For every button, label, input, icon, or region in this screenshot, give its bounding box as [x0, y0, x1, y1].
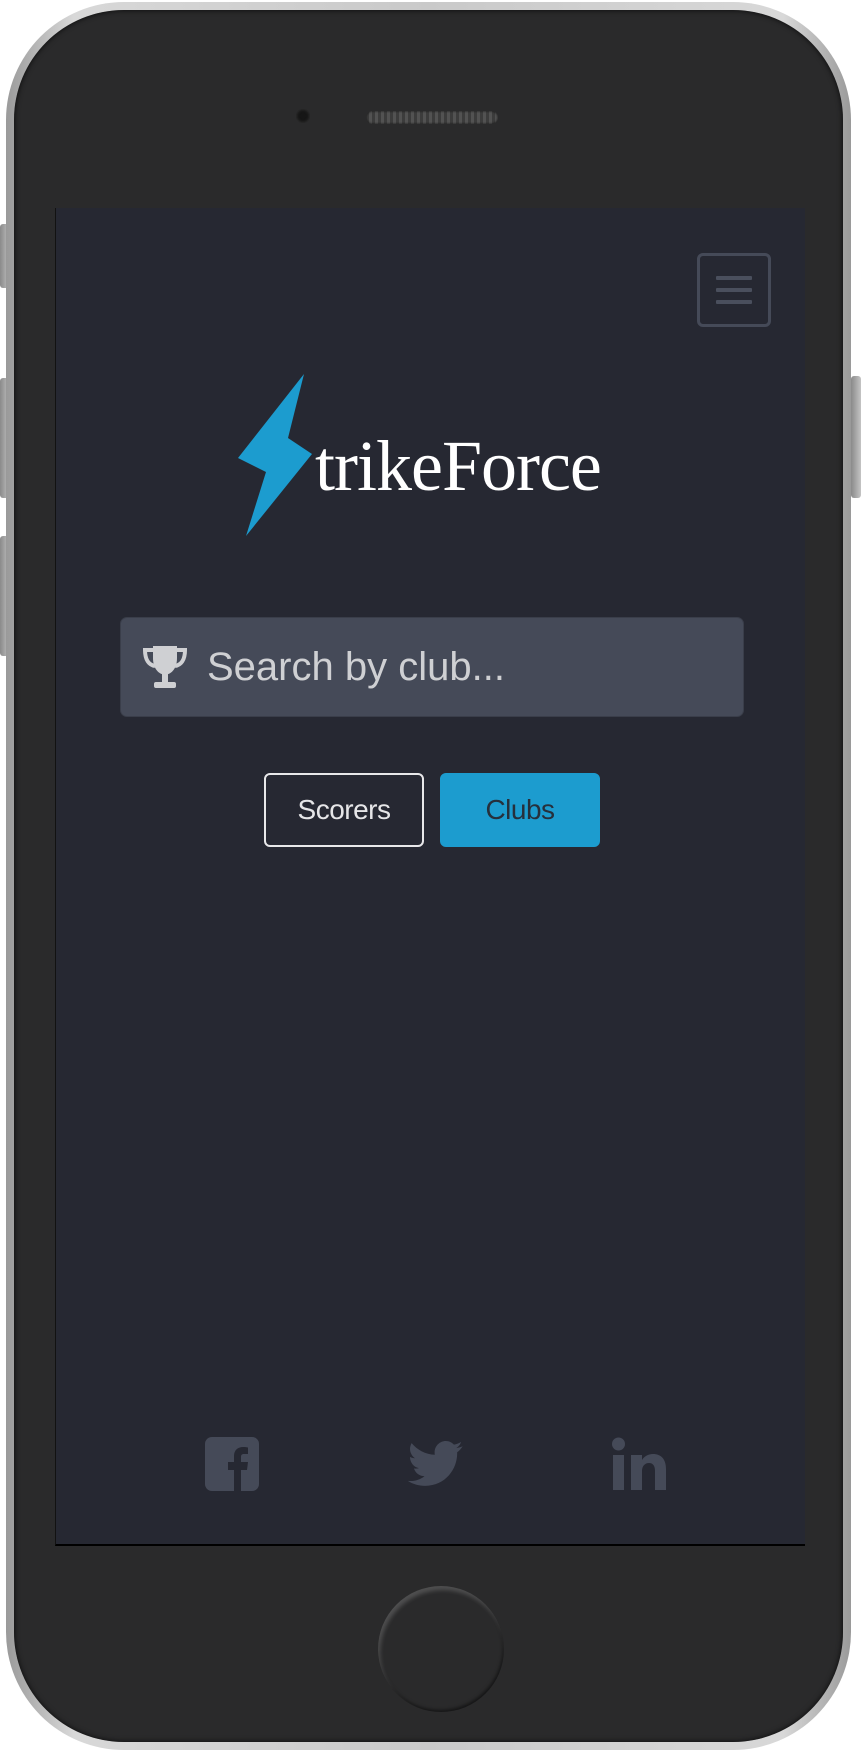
lightning-bolt-icon	[238, 374, 312, 536]
menu-toggle-button[interactable]	[697, 253, 771, 327]
brand-name: trikeForce	[315, 426, 602, 506]
scorers-button[interactable]: Scorers	[264, 773, 424, 847]
earpiece-speaker	[366, 111, 498, 124]
brand-logo: trikeForce	[230, 364, 650, 544]
twitter-link[interactable]	[406, 1434, 466, 1494]
linkedin-icon	[612, 1437, 666, 1490]
search-input[interactable]	[207, 618, 727, 716]
trophy-icon	[142, 646, 188, 688]
front-camera	[296, 109, 310, 123]
twitter-icon	[408, 1441, 463, 1486]
facebook-icon	[205, 1437, 259, 1491]
facebook-link[interactable]	[202, 1434, 262, 1494]
search-bar[interactable]	[120, 617, 744, 717]
linkedin-link[interactable]	[609, 1434, 669, 1494]
app-screen: trikeForce Scorers Clubs	[55, 208, 805, 1546]
clubs-button[interactable]: Clubs	[440, 773, 600, 847]
power-button	[851, 376, 861, 498]
home-button	[378, 1586, 504, 1712]
